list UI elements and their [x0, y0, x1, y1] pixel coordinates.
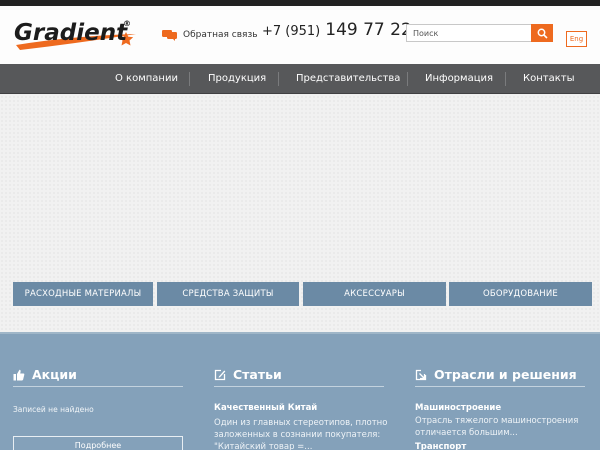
- article-title[interactable]: Качественный Китай: [214, 403, 317, 413]
- search-button[interactable]: [531, 24, 553, 42]
- industries-divider: [415, 386, 585, 387]
- nav-separator: [407, 72, 408, 86]
- magnifier-icon: [537, 28, 548, 39]
- category-protection-button[interactable]: СРЕДСТВА ЗАЩИТЫ: [157, 282, 299, 306]
- article-excerpt: Один из главных стереотипов, плотно зало…: [214, 418, 388, 450]
- articles-title: Статьи: [233, 367, 282, 382]
- promos-more-button[interactable]: Подробнее: [13, 436, 183, 450]
- language-switch-button[interactable]: Eng: [566, 31, 587, 47]
- svg-text:Gradient: Gradient: [14, 20, 128, 46]
- search-box: [406, 24, 553, 42]
- nav-item-information[interactable]: Информация: [425, 64, 493, 94]
- industries-heading[interactable]: Отрасли и решения: [415, 367, 577, 382]
- edit-pencil-icon: [214, 369, 226, 380]
- promos-divider: [13, 386, 183, 387]
- search-input[interactable]: [406, 24, 531, 42]
- feedback-link[interactable]: Обратная связь: [162, 27, 258, 43]
- promos-empty-text: Записей не найдено: [13, 405, 94, 414]
- nav-separator: [278, 72, 279, 86]
- promos-title: Акции: [32, 367, 77, 382]
- chat-bubble-icon: [162, 30, 177, 41]
- category-accessories-button[interactable]: АКСЕССУАРЫ: [303, 282, 446, 306]
- promos-heading[interactable]: Акции: [13, 367, 77, 382]
- footer: Акции Записей не найдено Подробнее Стать…: [0, 332, 600, 450]
- logo-graphic: Gradient ®: [14, 19, 136, 50]
- industry-item-title[interactable]: Транспорт: [415, 442, 466, 450]
- nav-separator: [189, 72, 190, 86]
- nav-separator: [505, 72, 506, 86]
- thumbs-up-icon: [13, 369, 25, 380]
- gradient-logo[interactable]: Gradient ®: [12, 14, 142, 56]
- external-link-icon: [415, 369, 427, 380]
- nav-item-contacts[interactable]: Контакты: [523, 64, 574, 94]
- header: Gradient ® Обратная связь +7 (951) 149 7…: [0, 6, 600, 64]
- articles-divider: [214, 386, 384, 387]
- industries-title: Отрасли и решения: [434, 367, 577, 382]
- phone-prefix: +7 (951): [262, 24, 321, 39]
- nav-item-company[interactable]: О компании: [115, 64, 178, 94]
- nav-item-products[interactable]: Продукция: [208, 64, 266, 94]
- nav-item-offices[interactable]: Представительства: [296, 64, 400, 94]
- category-equipment-button[interactable]: ОБОРУДОВАНИЕ: [449, 282, 592, 306]
- main-nav: О компании Продукция Представительства И…: [0, 64, 600, 94]
- phone-digits: 149 77 22: [325, 20, 412, 40]
- svg-text:®: ®: [123, 19, 131, 28]
- articles-heading[interactable]: Статьи: [214, 367, 282, 382]
- phone-number[interactable]: +7 (951) 149 77 22: [262, 20, 412, 46]
- industry-item-title[interactable]: Машиностроение: [415, 403, 501, 413]
- industry-item-text: Отрасль тяжелого машиностроения отличает…: [415, 416, 579, 438]
- category-consumables-button[interactable]: РАСХОДНЫЕ МАТЕРИАЛЫ: [13, 282, 153, 306]
- feedback-label: Обратная связь: [183, 30, 258, 40]
